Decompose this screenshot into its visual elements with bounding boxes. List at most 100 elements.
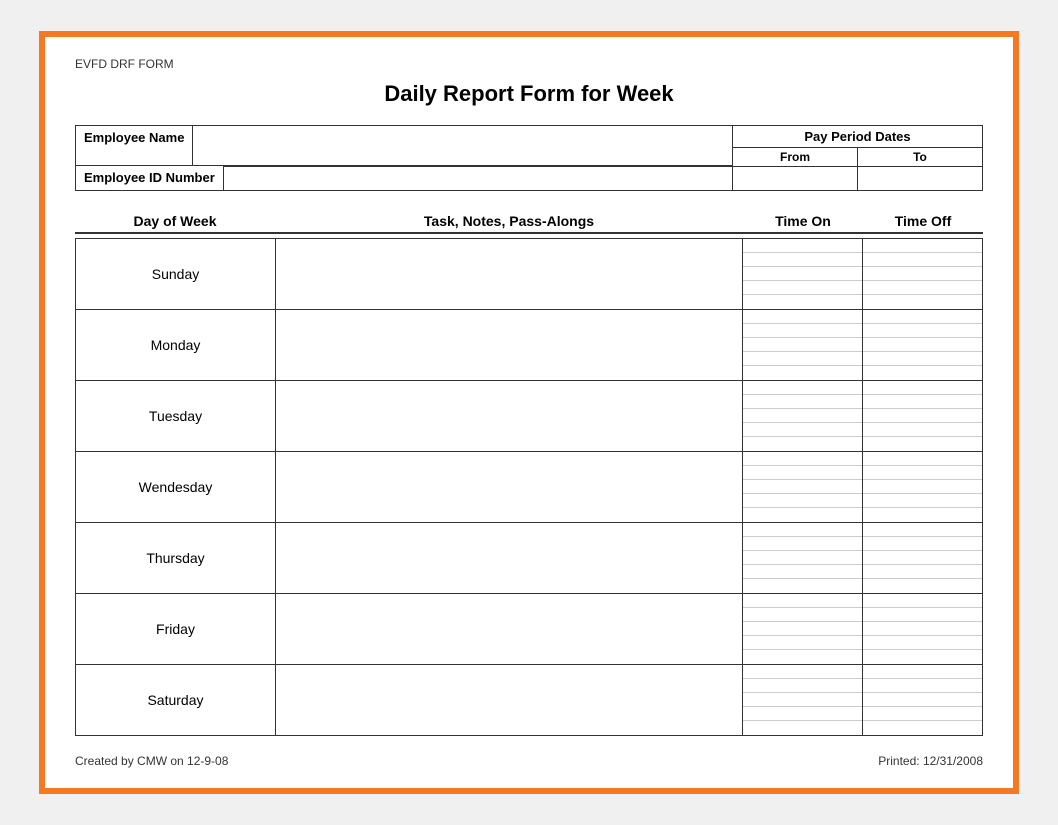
time-off-subrow[interactable] (863, 437, 982, 451)
time-on-subrow[interactable] (743, 551, 862, 565)
time-on-cell[interactable] (743, 310, 863, 381)
time-on-subrow[interactable] (743, 707, 862, 721)
time-on-subrow[interactable] (743, 494, 862, 508)
time-on-subrow[interactable] (743, 295, 862, 309)
time-on-subrow[interactable] (743, 352, 862, 366)
task-cell[interactable] (276, 381, 743, 452)
time-off-subrow[interactable] (863, 608, 982, 622)
time-on-subrow[interactable] (743, 267, 862, 281)
time-on-subrow[interactable] (743, 395, 862, 409)
time-on-subrow[interactable] (743, 366, 862, 380)
time-off-subrow[interactable] (863, 508, 982, 522)
time-off-cell[interactable] (863, 310, 983, 381)
time-on-subrow[interactable] (743, 423, 862, 437)
time-on-subrow[interactable] (743, 594, 862, 608)
time-off-cell[interactable] (863, 239, 983, 310)
time-off-subrow[interactable] (863, 665, 982, 679)
time-off-cell[interactable] (863, 594, 983, 665)
time-off-subrow[interactable] (863, 452, 982, 466)
time-off-subrow[interactable] (863, 693, 982, 707)
task-cell[interactable] (276, 452, 743, 523)
time-on-subrow[interactable] (743, 338, 862, 352)
time-off-subrow[interactable] (863, 466, 982, 480)
from-label: From (733, 148, 858, 166)
time-off-subrow[interactable] (863, 565, 982, 579)
time-on-subrow[interactable] (743, 608, 862, 622)
time-off-subrow[interactable] (863, 381, 982, 395)
time-off-subrow[interactable] (863, 537, 982, 551)
time-off-subrow[interactable] (863, 707, 982, 721)
time-off-subrow[interactable] (863, 310, 982, 324)
task-cell[interactable] (276, 239, 743, 310)
time-on-subrow[interactable] (743, 508, 862, 522)
time-off-subrow[interactable] (863, 622, 982, 636)
time-off-subrow[interactable] (863, 721, 982, 735)
time-on-subrow[interactable] (743, 579, 862, 593)
time-off-subrow[interactable] (863, 494, 982, 508)
time-off-subrow[interactable] (863, 352, 982, 366)
time-on-cell[interactable] (743, 381, 863, 452)
time-off-subrow[interactable] (863, 523, 982, 537)
time-on-subrow[interactable] (743, 537, 862, 551)
time-on-subrow[interactable] (743, 665, 862, 679)
time-on-subrow[interactable] (743, 310, 862, 324)
time-on-subrow[interactable] (743, 523, 862, 537)
time-off-subrow[interactable] (863, 395, 982, 409)
time-on-subrow[interactable] (743, 381, 862, 395)
time-off-subrow[interactable] (863, 594, 982, 608)
employee-name-row: Employee Name Pay Period Dates From To (75, 125, 983, 167)
task-cell[interactable] (276, 665, 743, 736)
to-date-input[interactable] (858, 165, 982, 190)
time-off-subrow[interactable] (863, 579, 982, 593)
time-on-subrow[interactable] (743, 565, 862, 579)
time-on-subrow[interactable] (743, 281, 862, 295)
time-on-subrow[interactable] (743, 650, 862, 664)
task-cell[interactable] (276, 523, 743, 594)
time-off-subrow[interactable] (863, 551, 982, 565)
table-row: Friday (76, 594, 983, 665)
time-off-subrow[interactable] (863, 636, 982, 650)
from-date-input[interactable] (733, 165, 858, 190)
time-on-subrow[interactable] (743, 239, 862, 253)
time-on-subrow[interactable] (743, 693, 862, 707)
time-on-cell[interactable] (743, 594, 863, 665)
time-off-subrow[interactable] (863, 267, 982, 281)
time-off-subrow[interactable] (863, 239, 982, 253)
time-on-subrow[interactable] (743, 679, 862, 693)
time-on-subrow[interactable] (743, 409, 862, 423)
time-off-subrow[interactable] (863, 338, 982, 352)
day-label: Tuesday (76, 402, 275, 430)
time-off-cell[interactable] (863, 523, 983, 594)
time-on-subrow[interactable] (743, 437, 862, 451)
time-off-subrow[interactable] (863, 366, 982, 380)
pay-period-cols: From To (733, 148, 982, 166)
time-on-cell[interactable] (743, 665, 863, 736)
time-on-subrow[interactable] (743, 466, 862, 480)
time-off-subrow[interactable] (863, 679, 982, 693)
time-on-subrow[interactable] (743, 636, 862, 650)
time-off-subrow[interactable] (863, 281, 982, 295)
employee-name-input[interactable] (193, 125, 733, 167)
time-on-cell[interactable] (743, 452, 863, 523)
time-off-subrow[interactable] (863, 324, 982, 338)
time-off-subrow[interactable] (863, 423, 982, 437)
time-on-subrow[interactable] (743, 622, 862, 636)
time-on-subrow[interactable] (743, 721, 862, 735)
time-off-subrow[interactable] (863, 409, 982, 423)
time-on-subrow[interactable] (743, 253, 862, 267)
time-on-cell[interactable] (743, 239, 863, 310)
time-on-subrow[interactable] (743, 324, 862, 338)
time-off-subrow[interactable] (863, 295, 982, 309)
employee-id-input[interactable] (224, 165, 733, 191)
time-on-cell[interactable] (743, 523, 863, 594)
task-cell[interactable] (276, 594, 743, 665)
time-off-cell[interactable] (863, 665, 983, 736)
time-off-cell[interactable] (863, 452, 983, 523)
time-off-subrow[interactable] (863, 650, 982, 664)
task-cell[interactable] (276, 310, 743, 381)
time-off-subrow[interactable] (863, 253, 982, 267)
time-on-subrow[interactable] (743, 480, 862, 494)
time-on-subrow[interactable] (743, 452, 862, 466)
time-off-cell[interactable] (863, 381, 983, 452)
time-off-subrow[interactable] (863, 480, 982, 494)
